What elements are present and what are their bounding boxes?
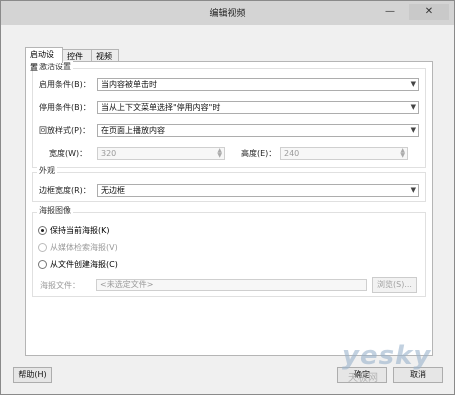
tab-launch-settings[interactable]: 启动设置 bbox=[25, 47, 63, 72]
radio-retrieve-label: 从媒体检索海报(V) bbox=[50, 243, 118, 252]
disable-condition-value: 当从上下文菜单选择"停用内容"时 bbox=[101, 103, 221, 112]
browse-button[interactable]: 浏览(S)... bbox=[372, 277, 417, 293]
poster-group-title: 海报图像 bbox=[37, 205, 73, 216]
border-width-label: 边框宽度(R)： bbox=[39, 186, 91, 195]
close-icon[interactable]: ✕ bbox=[409, 4, 449, 20]
radio-retrieve-from-media[interactable]: 从媒体检索海报(V) bbox=[38, 242, 118, 254]
chevron-down-icon: ▼ bbox=[410, 186, 416, 194]
poster-file-field[interactable]: <未选定文件> bbox=[96, 279, 367, 291]
height-value: 240 bbox=[284, 149, 300, 158]
chevron-down-icon: ▼ bbox=[410, 103, 416, 111]
title-bar: 编辑视频 — ✕ bbox=[1, 1, 454, 25]
border-width-select[interactable]: 无边框 ▼ bbox=[97, 184, 419, 197]
height-label: 高度(E)： bbox=[241, 149, 277, 158]
minimize-icon[interactable]: — bbox=[381, 4, 399, 20]
tab-panel: 激活设置 启用条件(B)： 当内容被单击时 ▼ 停用条件(B)： 当从上下文菜单… bbox=[25, 61, 433, 356]
playback-style-label: 回放样式(P)： bbox=[39, 126, 91, 135]
enable-condition-select[interactable]: 当内容被单击时 ▼ bbox=[97, 78, 419, 91]
poster-file-label: 海报文件： bbox=[40, 281, 80, 290]
height-spinner[interactable]: 240 ▲ ▼ bbox=[280, 147, 408, 160]
playback-style-value: 在页面上播放内容 bbox=[101, 126, 165, 135]
width-label: 宽度(W)： bbox=[49, 149, 88, 158]
watermark-subtitle: 天极网 bbox=[348, 373, 378, 384]
border-width-value: 无边框 bbox=[101, 186, 125, 195]
radio-unselected-icon bbox=[38, 243, 47, 252]
appearance-group-title: 外观 bbox=[37, 165, 57, 176]
radio-keep-label: 保持当前海报(K) bbox=[50, 226, 110, 235]
activation-group: 激活设置 启用条件(B)： 当内容被单击时 ▼ 停用条件(B)： 当从上下文菜单… bbox=[32, 61, 426, 168]
edit-video-dialog: 编辑视频 — ✕ 启动设置 控件 视频 激活设置 启用条件(B)： 当内容被单击… bbox=[0, 0, 455, 395]
chevron-down-icon: ▼ bbox=[410, 126, 416, 134]
width-value: 320 bbox=[101, 149, 117, 158]
watermark-logo: yesky bbox=[342, 341, 432, 371]
disable-condition-select[interactable]: 当从上下文菜单选择"停用内容"时 ▼ bbox=[97, 101, 419, 114]
radio-selected-icon bbox=[38, 226, 47, 235]
playback-style-select[interactable]: 在页面上播放内容 ▼ bbox=[97, 124, 419, 137]
radio-create-from-file[interactable]: 从文件创建海报(C) bbox=[38, 259, 118, 271]
chevron-down-icon: ▼ bbox=[410, 80, 416, 88]
spinner-arrows-icon: ▲ ▼ bbox=[217, 147, 222, 159]
disable-condition-label: 停用条件(B)： bbox=[39, 103, 91, 112]
radio-unselected-icon bbox=[38, 260, 47, 269]
appearance-group: 外观 边框宽度(R)： 无边框 ▼ bbox=[32, 165, 426, 202]
width-spinner[interactable]: 320 ▲ ▼ bbox=[97, 147, 225, 160]
enable-condition-label: 启用条件(B)： bbox=[39, 80, 91, 89]
enable-condition-value: 当内容被单击时 bbox=[101, 80, 157, 89]
radio-keep-current-poster[interactable]: 保持当前海报(K) bbox=[38, 225, 110, 237]
help-button[interactable]: 帮助(H) bbox=[13, 367, 52, 383]
radio-create-label: 从文件创建海报(C) bbox=[50, 260, 118, 269]
yesky-watermark: yesky 天极网 bbox=[338, 341, 446, 386]
spinner-arrows-icon: ▲ ▼ bbox=[400, 147, 405, 159]
